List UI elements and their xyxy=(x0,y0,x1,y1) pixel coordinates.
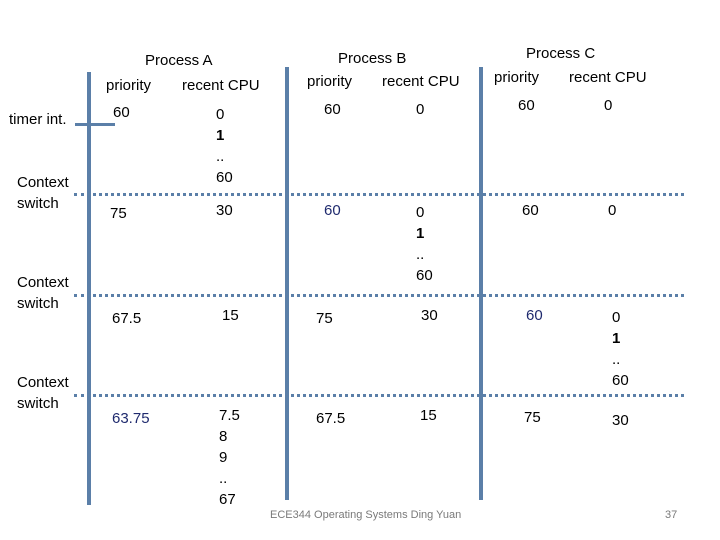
cpu-value: 1 xyxy=(216,127,225,144)
label-line: switch xyxy=(17,195,59,212)
cpu-value: 7.5 xyxy=(219,407,240,424)
cpu-value: 67 xyxy=(219,491,236,508)
process-a-cpu-header: recent CPU xyxy=(182,77,260,94)
cpu-value: .. xyxy=(612,351,621,368)
cpu-value: .. xyxy=(416,246,425,263)
process-c-cpu-r1: 0 xyxy=(604,97,613,114)
cpu-value: 0 xyxy=(416,204,425,221)
process-c-cpu-r2: 0 xyxy=(608,202,617,219)
context-switch-line-3 xyxy=(74,394,684,397)
process-a-priority-header: priority xyxy=(106,77,152,94)
page-number: 37 xyxy=(665,509,678,521)
process-b-priority-r4: 67.5 xyxy=(316,410,346,427)
process-a-cpu-r1: 0 1 .. 60 xyxy=(216,104,233,188)
process-b-priority-r3: 75 xyxy=(316,310,333,327)
process-b-cpu-header: recent CPU xyxy=(382,73,460,90)
process-c-title: Process C xyxy=(526,45,596,62)
cpu-value: 1 xyxy=(416,225,425,242)
label-line: Context xyxy=(17,174,69,191)
timeline-process-c xyxy=(479,67,483,500)
timer-interrupt-label: timer int. xyxy=(9,111,67,128)
label-line: switch xyxy=(17,295,59,312)
cpu-value: 60 xyxy=(612,372,629,389)
context-switch-label-2: Context switch xyxy=(17,272,69,314)
label-line: Context xyxy=(17,274,69,291)
timer-interrupt-tick xyxy=(75,123,115,126)
context-switch-line-2 xyxy=(74,294,684,297)
process-c-priority-r2: 60 xyxy=(522,202,539,219)
process-a-title: Process A xyxy=(145,52,213,69)
cpu-value: 0 xyxy=(612,309,621,326)
process-a-cpu-r4: 7.5 8 9 .. 67 xyxy=(219,405,240,510)
cpu-value: 8 xyxy=(219,428,228,445)
process-b-priority-header: priority xyxy=(307,73,353,90)
process-b-cpu-r3: 30 xyxy=(421,307,438,324)
process-b-title: Process B xyxy=(338,50,407,67)
process-c-priority-header: priority xyxy=(494,69,540,86)
process-b-cpu-r2: 0 1 .. 60 xyxy=(416,202,433,286)
cpu-value: 9 xyxy=(219,449,228,466)
footer-course: ECE344 Operating Systems Ding Yuan xyxy=(270,509,462,521)
process-a-cpu-r2: 30 xyxy=(216,202,233,219)
process-a-priority-r2: 75 xyxy=(110,205,127,222)
process-c-cpu-header: recent CPU xyxy=(569,69,647,86)
cpu-value: 0 xyxy=(216,106,225,123)
process-b-cpu-r4: 15 xyxy=(420,407,437,424)
process-b-priority-r2: 60 xyxy=(324,202,341,219)
cpu-value: .. xyxy=(216,148,225,165)
process-a-priority-r4: 63.75 xyxy=(112,410,150,427)
process-a-priority-r3: 67.5 xyxy=(112,310,142,327)
context-switch-line-1 xyxy=(74,193,684,196)
process-a-cpu-r3: 15 xyxy=(222,307,239,324)
process-a-priority-r1: 60 xyxy=(113,104,130,121)
context-switch-label-1: Context switch xyxy=(17,172,69,214)
cpu-value: 60 xyxy=(416,267,433,284)
process-c-cpu-r4: 30 xyxy=(612,412,629,429)
cpu-value: 1 xyxy=(612,330,621,347)
process-b-priority-r1: 60 xyxy=(324,101,341,118)
label-line: switch xyxy=(17,395,59,412)
process-c-priority-r3: 60 xyxy=(526,307,543,324)
process-b-cpu-r1: 0 xyxy=(416,101,425,118)
label-line: Context xyxy=(17,374,69,391)
timeline-process-a xyxy=(87,72,91,505)
process-c-cpu-r3: 0 1 .. 60 xyxy=(612,307,629,391)
timeline-process-b xyxy=(285,67,289,500)
cpu-value: .. xyxy=(219,470,228,487)
cpu-value: 60 xyxy=(216,169,233,186)
process-c-priority-r4: 75 xyxy=(524,409,541,426)
process-c-priority-r1: 60 xyxy=(518,97,535,114)
context-switch-label-3: Context switch xyxy=(17,372,69,414)
